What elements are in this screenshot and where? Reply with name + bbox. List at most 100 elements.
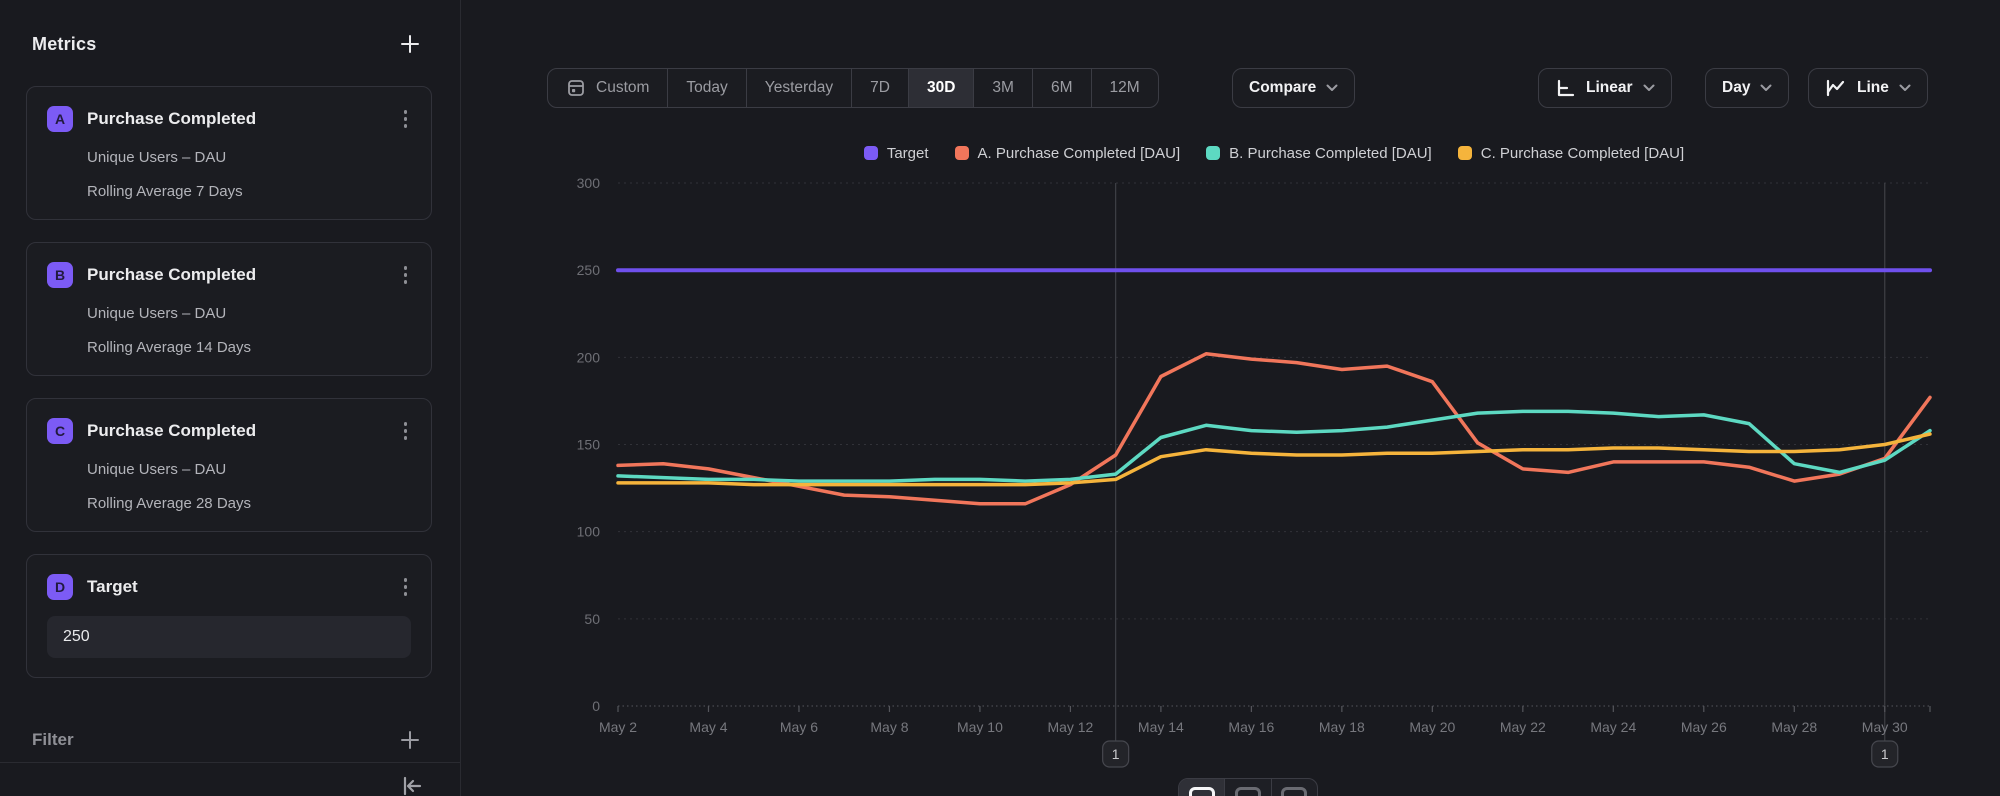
linear-axis-icon <box>1555 78 1576 99</box>
range-option-label: 3M <box>992 79 1014 97</box>
x-axis-tick-label: May 4 <box>689 719 727 735</box>
panel-icon <box>1281 787 1307 796</box>
metric-card-header: CPurchase Completed <box>47 418 411 444</box>
metric-letter-badge: B <box>47 262 73 288</box>
range-option-label: 30D <box>927 79 955 97</box>
chevron-down-icon <box>1643 84 1655 92</box>
chart-type-label: Line <box>1857 79 1889 97</box>
metric-measure-row[interactable]: Unique Users – DAU <box>87 305 411 322</box>
metric-options-kebab-button[interactable] <box>400 106 412 132</box>
metric-title: Target <box>87 577 400 597</box>
annotation-badge[interactable]: 1 <box>1872 741 1898 767</box>
target-value-input[interactable] <box>47 616 411 658</box>
add-metric-button[interactable] <box>396 30 424 58</box>
legend-item[interactable]: C. Purchase Completed [DAU] <box>1458 145 1684 162</box>
legend-label: B. Purchase Completed [DAU] <box>1229 145 1432 162</box>
y-axis-tick-label: 150 <box>577 437 601 453</box>
metric-card-c[interactable]: CPurchase Completed Unique Users – DAU Rol… <box>26 398 432 532</box>
legend-swatch <box>1458 146 1472 160</box>
scale-label: Linear <box>1586 79 1633 97</box>
interval-selector-button[interactable]: Day <box>1705 68 1789 108</box>
range-option-30d[interactable]: 30D <box>909 69 974 107</box>
date-range-control: Custom Today Yesterday 7D 30D 3M 6M12M <box>547 68 1159 108</box>
interval-label: Day <box>1722 79 1750 97</box>
legend-item[interactable]: B. Purchase Completed [DAU] <box>1206 145 1432 162</box>
metric-card-header: APurchase Completed <box>47 106 411 132</box>
chart-size-option-1[interactable] <box>1179 779 1225 796</box>
x-axis: May 2May 4May 6May 8May 10May 12May 14Ma… <box>599 706 1930 735</box>
gridlines: 050100150200250300 <box>577 175 1930 714</box>
legend-label: Target <box>887 145 929 162</box>
range-option-custom[interactable]: Custom <box>548 69 668 107</box>
range-option-3m[interactable]: 3M <box>974 69 1033 107</box>
annotation-badge-label: 1 <box>1881 746 1889 762</box>
metric-measure-row[interactable]: Unique Users – DAU <box>87 461 411 478</box>
annotation-badge[interactable]: 1 <box>1103 741 1129 767</box>
range-option-6m[interactable]: 6M <box>1033 69 1092 107</box>
range-option-label: Yesterday <box>765 79 833 97</box>
chart-size-option-2[interactable] <box>1225 779 1271 796</box>
metric-title: Purchase Completed <box>87 265 400 285</box>
x-axis-tick-label: May 6 <box>780 719 818 735</box>
chart-size-option-3[interactable] <box>1272 779 1317 796</box>
range-option-today[interactable]: Today <box>668 69 746 107</box>
compare-button[interactable]: Compare <box>1232 68 1355 108</box>
range-option-label: 7D <box>870 79 890 97</box>
range-option-12m[interactable]: 12M <box>1092 69 1158 107</box>
legend-label: C. Purchase Completed [DAU] <box>1481 145 1684 162</box>
metrics-sidebar: Metrics APurchase CompletedUnique Users … <box>0 0 461 796</box>
x-axis-tick-label: May 18 <box>1319 719 1365 735</box>
sidebar-footer-divider <box>0 762 460 763</box>
scale-selector-button[interactable]: Linear <box>1538 68 1672 108</box>
x-axis-tick-label: May 8 <box>870 719 908 735</box>
metric-transform-row[interactable]: Rolling Average 14 Days <box>87 339 411 356</box>
x-axis-tick-label: May 10 <box>957 719 1003 735</box>
y-axis-tick-label: 0 <box>592 698 600 714</box>
metric-card-a[interactable]: APurchase Completed Unique Users – DAU Rol… <box>26 86 432 220</box>
metric-title: Purchase Completed <box>87 421 400 441</box>
chevron-down-icon <box>1326 84 1338 92</box>
metric-card-b[interactable]: B Purchase Completed Unique Users – DAU Rol… <box>26 242 432 376</box>
compare-label: Compare <box>1249 79 1316 97</box>
x-axis-tick-label: May 30 <box>1862 719 1908 735</box>
legend-swatch <box>955 146 969 160</box>
x-axis-tick-label: May 14 <box>1138 719 1184 735</box>
range-option-label: Today <box>686 79 727 97</box>
x-axis-tick-label: May 24 <box>1590 719 1636 735</box>
plus-icon <box>399 729 421 751</box>
range-option-7d[interactable]: 7D <box>852 69 909 107</box>
legend-item[interactable]: A. Purchase Completed [DAU] <box>955 145 1181 162</box>
collapse-sidebar-button[interactable] <box>398 772 426 796</box>
metric-transform-row[interactable]: Rolling Average 7 Days <box>87 183 411 200</box>
metric-card-header: B Purchase Completed <box>47 262 411 288</box>
annotation-badge-label: 1 <box>1112 746 1120 762</box>
y-axis-tick-label: 300 <box>577 175 601 191</box>
metric-options-kebab-button[interactable] <box>400 574 412 600</box>
range-option-yesterday[interactable]: Yesterday <box>747 69 852 107</box>
series-line <box>618 411 1930 481</box>
metric-transform-row[interactable]: Rolling Average 28 Days <box>87 495 411 512</box>
legend-item[interactable]: Target <box>864 145 929 162</box>
x-axis-tick-label: May 2 <box>599 719 637 735</box>
metric-options-kebab-button[interactable] <box>400 262 412 288</box>
legend-swatch <box>864 146 878 160</box>
y-axis-tick-label: 50 <box>584 611 600 627</box>
legend-swatch <box>1206 146 1220 160</box>
metric-card-d[interactable]: D Target <box>26 554 432 678</box>
plus-icon <box>399 33 421 55</box>
x-axis-tick-label: May 22 <box>1500 719 1546 735</box>
metric-options-kebab-button[interactable] <box>400 418 412 444</box>
panel-icon <box>1235 787 1261 796</box>
y-axis-tick-label: 200 <box>577 349 601 365</box>
series-line <box>618 434 1930 485</box>
metric-letter-badge: D <box>47 574 73 600</box>
x-axis-tick-label: May 20 <box>1409 719 1455 735</box>
x-axis-tick-label: May 16 <box>1228 719 1274 735</box>
metric-letter-badge: A <box>47 106 73 132</box>
add-filter-button[interactable] <box>396 726 424 754</box>
filter-section-title: Filter <box>32 730 74 750</box>
metric-measure-row[interactable]: Unique Users – DAU <box>87 149 411 166</box>
line-chart-icon <box>1825 78 1847 98</box>
chart-type-selector-button[interactable]: Line <box>1808 68 1928 108</box>
annotation-markers <box>1116 183 1885 741</box>
